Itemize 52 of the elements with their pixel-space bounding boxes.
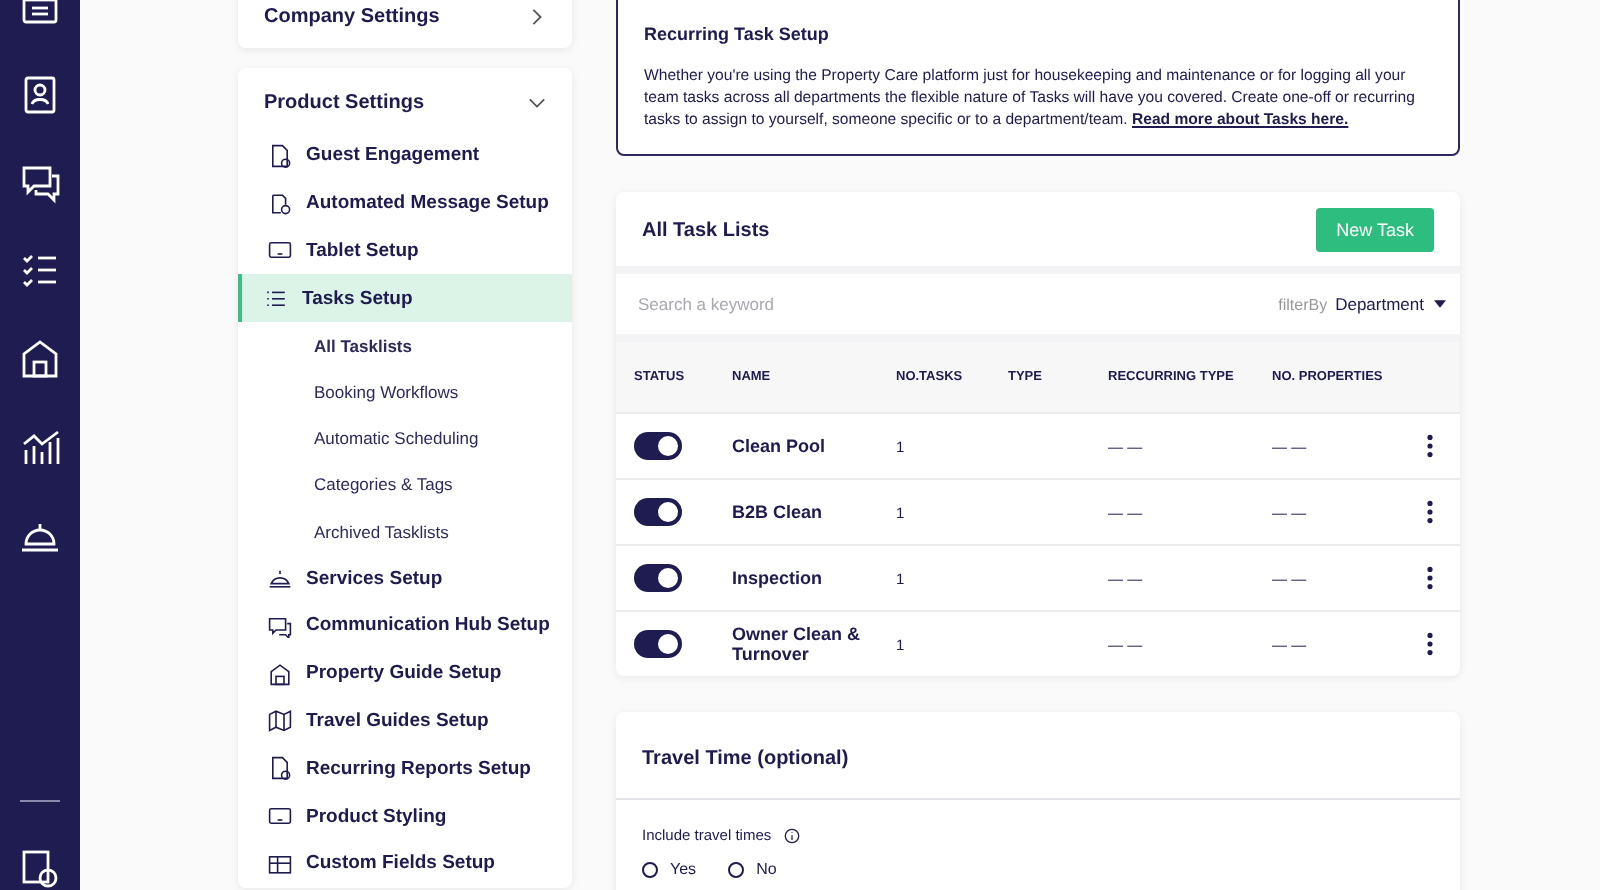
settings-nav-item[interactable]: Custom Fields Setup — [238, 839, 572, 888]
radio-option[interactable]: No — [728, 860, 777, 878]
document-icon — [268, 756, 292, 781]
tablet-icon — [268, 804, 292, 828]
caret-icon — [1434, 300, 1446, 308]
status-toggle[interactable] — [634, 432, 682, 460]
tablet-icon — [268, 238, 292, 263]
map-icon — [268, 708, 292, 733]
info-title: Recurring Task Setup — [644, 24, 831, 44]
settings-nav-item[interactable]: Property Guide Setup — [238, 649, 572, 698]
settings-nav-item[interactable]: Guest Engagement — [238, 132, 572, 180]
settings-nav-item[interactable]: Services Setup — [238, 554, 572, 602]
task-lists-title: All Task Lists — [642, 219, 770, 241]
settings-subnav-item[interactable]: All Tasklists — [238, 322, 572, 369]
bell-icon — [268, 566, 292, 591]
settings-subnav-item[interactable]: Automatic Scheduling — [238, 415, 572, 462]
product-settings-title[interactable]: Product Settings — [264, 92, 425, 114]
more-options-icon[interactable] — [1426, 632, 1434, 656]
company-settings-title: Company Settings — [264, 6, 440, 28]
filter-label: filterBy — [1278, 295, 1328, 313]
more-options-icon[interactable] — [1426, 434, 1434, 458]
task-list-name: Inspection — [732, 568, 825, 588]
task-list-name: Clean Pool — [732, 436, 828, 456]
more-options-icon[interactable] — [1426, 500, 1434, 524]
settings-nav-item[interactable]: Automated Message Setup — [238, 179, 572, 228]
company-settings-card[interactable]: Company Settings — [238, 0, 572, 48]
status-toggle[interactable] — [634, 564, 682, 592]
travel-time-title: Travel Time (optional) — [642, 748, 849, 770]
settings-subnav-item[interactable]: Categories & Tags — [238, 461, 572, 508]
settings-nav-item[interactable]: Product Styling — [238, 792, 572, 840]
table-icon — [268, 851, 292, 876]
department-dropdown[interactable]: Department — [1335, 294, 1446, 314]
settings-nav-item[interactable]: Tasks Setup — [238, 274, 572, 323]
task-list-name: B2B Clean — [732, 502, 825, 522]
search-field[interactable]: Search a keyword — [638, 294, 1279, 314]
settings-nav-item[interactable]: Communication Hub Setup — [238, 601, 572, 650]
settings-subnav-item[interactable]: Booking Workflows — [238, 368, 572, 416]
task-list-name: Owner Clean & Turnover — [732, 624, 863, 664]
document-icon — [268, 143, 292, 168]
status-toggle[interactable] — [634, 498, 682, 526]
radio-option[interactable]: Yes — [642, 860, 697, 878]
house-icon[interactable] — [18, 336, 62, 380]
house-icon — [268, 661, 292, 686]
settings-subnav-item[interactable]: Archived Tasklists — [238, 507, 572, 555]
status-toggle[interactable] — [634, 630, 682, 658]
settings-nav-item[interactable]: Recurring Reports Setup — [238, 744, 572, 793]
settings-nav-item[interactable]: Tablet Setup — [238, 227, 572, 275]
settings-nav-item[interactable]: Travel Guides Setup — [238, 697, 572, 745]
info-icon — [783, 827, 800, 843]
report-search-icon[interactable] — [18, 846, 62, 890]
chat-icon — [268, 613, 292, 638]
more-options-icon[interactable] — [1426, 566, 1434, 590]
